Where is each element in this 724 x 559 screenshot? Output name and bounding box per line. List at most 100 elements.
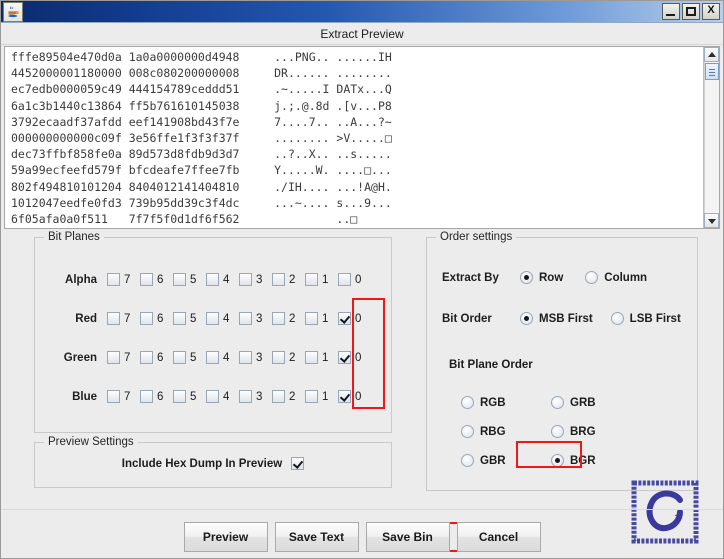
checkbox-alpha-bit-7[interactable] (107, 273, 120, 286)
checkbox-blue-bit-7[interactable] (107, 390, 120, 403)
checkbox-alpha-bit-1[interactable] (305, 273, 318, 286)
checkbox-blue-bit-6[interactable] (140, 390, 153, 403)
bit-order-row: Bit Order MSB First LSB First (442, 312, 699, 325)
bit-plane-cell: 7 (107, 273, 140, 286)
checkbox-blue-bit-1[interactable] (305, 390, 318, 403)
radio-button[interactable] (551, 425, 564, 438)
checkbox-alpha-bit-6[interactable] (140, 273, 153, 286)
extract-by-option-row[interactable]: Row (520, 271, 563, 284)
bit-number-label: 5 (190, 312, 197, 325)
checkbox-blue-bit-0[interactable] (338, 390, 351, 403)
bit-plane-order-option-grb[interactable]: GRB (551, 396, 641, 409)
radio-button[interactable] (520, 312, 533, 325)
checkbox-blue-bit-3[interactable] (239, 390, 252, 403)
bit-plane-order-option-gbr[interactable]: GBR (461, 454, 551, 467)
checkbox-alpha-bit-4[interactable] (206, 273, 219, 286)
bit-number-label: 7 (124, 273, 131, 286)
bit-order-option-lsb-first[interactable]: LSB First (610, 312, 681, 325)
preview-button[interactable]: Preview (183, 522, 268, 552)
checkbox-red-bit-4[interactable] (206, 312, 219, 325)
checkbox-red-bit-2[interactable] (272, 312, 285, 325)
checkbox-green-bit-5[interactable] (173, 351, 186, 364)
checkbox-red-bit-1[interactable] (305, 312, 318, 325)
scroll-up-arrow-icon[interactable] (704, 47, 719, 62)
checkbox-red-bit-7[interactable] (107, 312, 120, 325)
bit-plane-channel-label: Blue (72, 390, 97, 403)
bit-plane-channel-label: Alpha (65, 273, 97, 286)
radio-button[interactable] (520, 271, 533, 284)
save-bin-button[interactable]: Save Bin (365, 522, 450, 552)
checkbox-green-bit-3[interactable] (239, 351, 252, 364)
checkbox-red-bit-6[interactable] (140, 312, 153, 325)
include-hex-dump-row[interactable]: Include Hex Dump In Preview (35, 457, 391, 470)
bit-order-option-msb-first[interactable]: MSB First (520, 312, 593, 325)
radio-button[interactable] (461, 454, 474, 467)
bit-plane-order-option-rbg[interactable]: RBG (461, 425, 551, 438)
scrollbar-track[interactable] (704, 62, 719, 213)
extract-by-option-column[interactable]: Column (585, 271, 647, 284)
bit-order-label: Bit Order (442, 312, 492, 325)
extract-by-radio-group[interactable]: Row Column (520, 271, 669, 284)
bit-plane-channel-label: Green (63, 351, 97, 364)
preview-settings-legend: Preview Settings (44, 436, 138, 448)
bit-plane-order-radio-group[interactable]: RGB GRB RBG BRG GBR BGR (461, 388, 641, 475)
order-settings-panel: Order settings Extract By Row Column Bit … (426, 231, 699, 491)
checkbox-red-bit-5[interactable] (173, 312, 186, 325)
checkbox-red-bit-0[interactable] (338, 312, 351, 325)
bit-number-label: 6 (157, 351, 164, 364)
scroll-down-arrow-icon[interactable] (704, 213, 719, 228)
checkbox-green-bit-7[interactable] (107, 351, 120, 364)
bit-plane-cell: 7 (107, 351, 140, 364)
radio-button[interactable] (551, 454, 564, 467)
checkbox-red-bit-3[interactable] (239, 312, 252, 325)
checkbox-green-bit-0[interactable] (338, 351, 351, 364)
bit-plane-cell: 2 (272, 351, 305, 364)
bit-plane-cell: 6 (140, 312, 173, 325)
bit-order-radio-group[interactable]: MSB First LSB First (520, 312, 699, 325)
checkbox-green-bit-6[interactable] (140, 351, 153, 364)
radio-label: BRG (570, 425, 596, 438)
radio-label: Column (604, 271, 648, 284)
checkbox-green-bit-2[interactable] (272, 351, 285, 364)
bit-plane-order-option-brg[interactable]: BRG (551, 425, 641, 438)
save-text-button[interactable]: Save Text (274, 522, 359, 552)
bit-plane-order-option-rgb[interactable]: RGB (461, 396, 551, 409)
hex-dump-text[interactable]: fffe89504e470d0a 1a0a0000000d4948 ...PNG… (5, 47, 703, 228)
bit-plane-row: Blue 7 6 5 4 3 2 1 0 (35, 377, 391, 416)
bit-number-label: 5 (190, 390, 197, 403)
radio-button[interactable] (585, 271, 599, 284)
radio-button[interactable] (461, 425, 474, 438)
hex-dump-line: dec73ffbf858fe0a 89d573d8fdb9d3d7 ..?..X… (11, 147, 392, 162)
radio-label: GRB (570, 396, 596, 409)
bit-number-label: 2 (289, 273, 296, 286)
bit-plane-cell: 4 (206, 312, 239, 325)
checkbox-alpha-bit-3[interactable] (239, 273, 252, 286)
bit-plane-cell: 7 (107, 390, 140, 403)
checkbox-alpha-bit-2[interactable] (272, 273, 285, 286)
minimize-button[interactable] (662, 3, 680, 20)
include-hex-dump-checkbox[interactable] (291, 457, 305, 470)
bit-number-label: 6 (157, 312, 164, 325)
cancel-button[interactable]: Cancel (456, 522, 541, 552)
bit-number-label: 3 (256, 351, 263, 364)
hex-dump-scrollbar[interactable] (703, 47, 719, 228)
checkbox-green-bit-4[interactable] (206, 351, 219, 364)
bit-plane-cell: 0 (338, 351, 371, 364)
bit-number-label: 0 (355, 390, 362, 403)
scrollbar-thumb[interactable] (705, 63, 719, 80)
bit-plane-order-option-bgr[interactable]: BGR (551, 454, 641, 467)
bit-planes-legend: Bit Planes (44, 231, 104, 243)
checkbox-alpha-bit-0[interactable] (338, 273, 351, 286)
close-button[interactable]: X (702, 3, 720, 20)
radio-button[interactable] (610, 312, 624, 325)
checkbox-blue-bit-4[interactable] (206, 390, 219, 403)
checkbox-blue-bit-2[interactable] (272, 390, 285, 403)
radio-label: RBG (480, 425, 506, 438)
checkbox-green-bit-1[interactable] (305, 351, 318, 364)
maximize-button[interactable] (682, 3, 700, 20)
bit-plane-cell: 2 (272, 273, 305, 286)
radio-button[interactable] (551, 396, 564, 409)
checkbox-blue-bit-5[interactable] (173, 390, 186, 403)
radio-button[interactable] (461, 396, 474, 409)
checkbox-alpha-bit-5[interactable] (173, 273, 186, 286)
